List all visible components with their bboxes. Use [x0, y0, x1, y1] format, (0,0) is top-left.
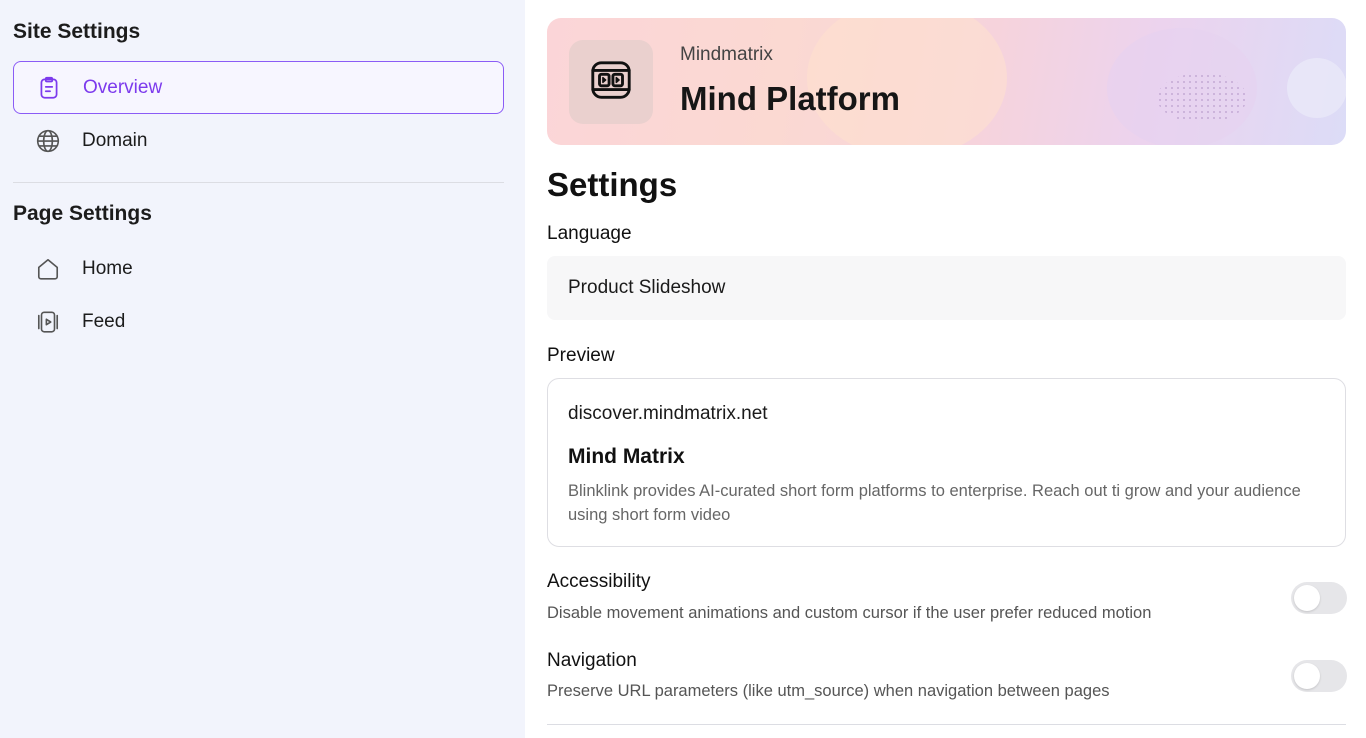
page-title: Settings: [547, 166, 678, 203]
accessibility-toggle[interactable]: [1291, 582, 1347, 614]
banner-dots-pattern: [1157, 73, 1247, 123]
language-value: Product Slideshow: [568, 277, 726, 298]
sidebar-item-home[interactable]: Home: [13, 242, 504, 295]
sidebar-item-label: Overview: [83, 76, 163, 98]
platform-logo: [569, 40, 653, 124]
main-content: Mindmatrix Mind Platform Settings Langua…: [525, 0, 1366, 738]
preview-label: Preview: [547, 345, 615, 366]
accessibility-description: Disable movement animations and custom c…: [547, 604, 1152, 622]
page-settings-heading: Page Settings: [13, 202, 152, 225]
toggle-knob: [1294, 663, 1320, 689]
sidebar-item-domain[interactable]: Domain: [13, 114, 504, 167]
sidebar-item-label: Home: [82, 257, 133, 279]
accessibility-label: Accessibility: [547, 571, 651, 592]
section-divider: [547, 724, 1346, 725]
sidebar-item-label: Domain: [82, 129, 148, 151]
sidebar-item-label: Feed: [82, 310, 126, 332]
sidebar-item-overview[interactable]: Overview: [13, 61, 504, 114]
site-settings-heading: Site Settings: [13, 20, 141, 43]
preview-description: Blinklink provides AI-curated short form…: [568, 482, 1301, 524]
preview-title: Mind Matrix: [568, 445, 685, 468]
organization-name: Mindmatrix: [680, 44, 773, 65]
toggle-knob: [1294, 585, 1320, 611]
sidebar-item-feed[interactable]: Feed: [13, 295, 504, 348]
navigation-toggle[interactable]: [1291, 660, 1347, 692]
film-play-icon: [588, 57, 634, 108]
language-select[interactable]: Product Slideshow: [547, 256, 1346, 320]
video-feed-icon: [35, 309, 61, 335]
language-label: Language: [547, 223, 632, 244]
preview-card: discover.mindmatrix.net Mind Matrix Blin…: [547, 378, 1346, 547]
globe-icon: [35, 128, 61, 154]
sidebar-divider: [13, 182, 504, 183]
platform-banner: Mindmatrix Mind Platform: [547, 18, 1346, 145]
navigation-description: Preserve URL parameters (like utm_source…: [547, 682, 1110, 700]
banner-decoration: [1287, 58, 1346, 118]
clipboard-icon: [36, 75, 62, 101]
platform-name: Mind Platform: [680, 80, 900, 117]
preview-url: discover.mindmatrix.net: [568, 403, 768, 424]
home-icon: [35, 256, 61, 282]
navigation-label: Navigation: [547, 650, 637, 671]
sidebar: Site Settings Overview Domain Page Setti…: [0, 0, 525, 738]
